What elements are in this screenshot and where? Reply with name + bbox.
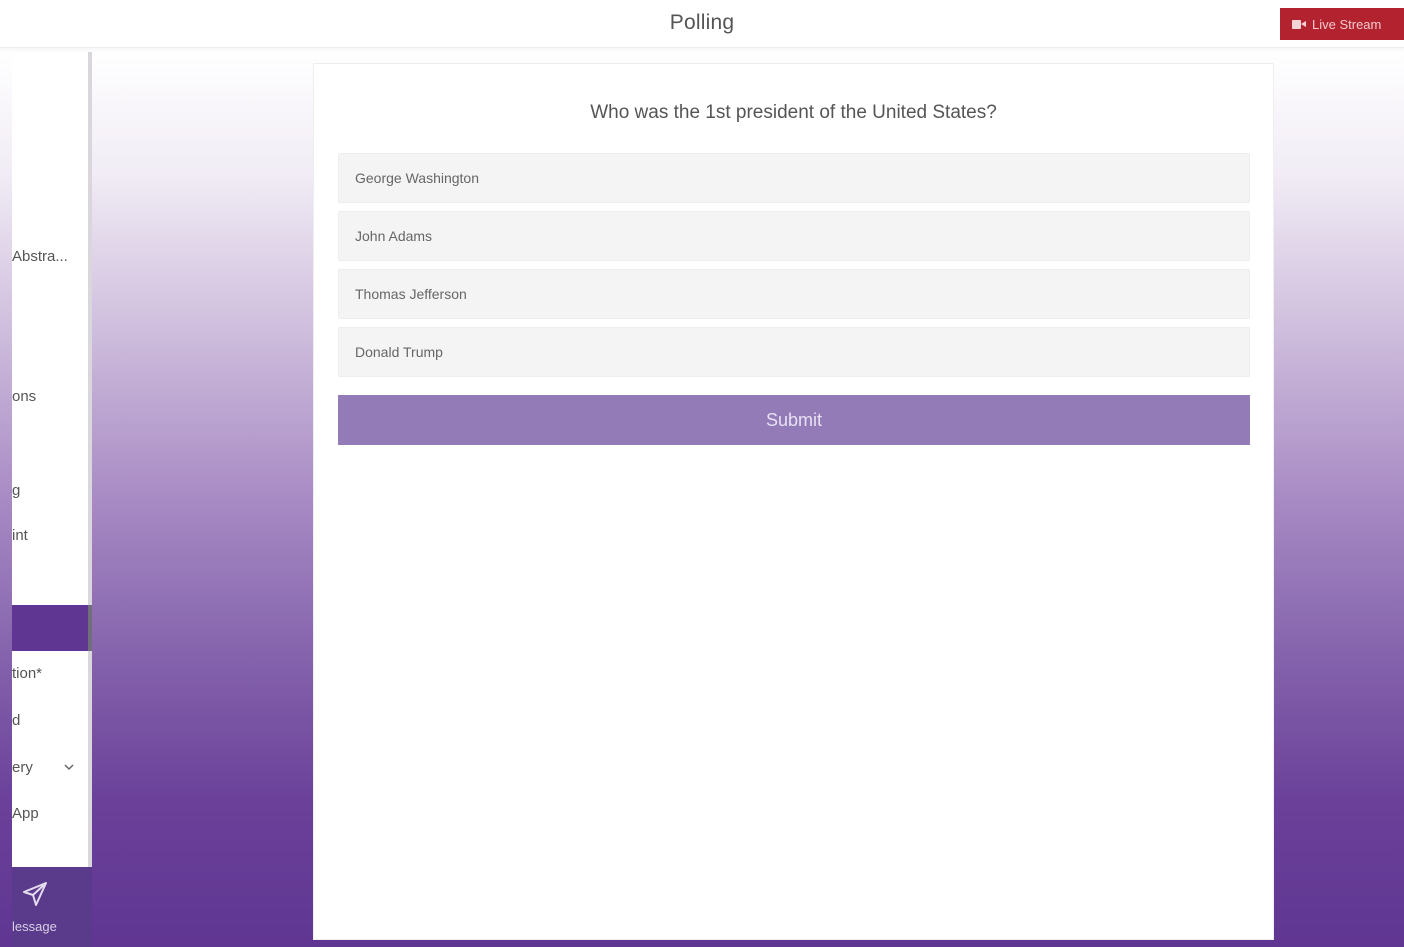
sidebar: Abstra... ons g int tion* d ery App less… bbox=[12, 52, 92, 947]
message-button[interactable]: lessage bbox=[12, 867, 92, 947]
poll-card: Who was the 1st president of the United … bbox=[313, 63, 1274, 940]
poll-option[interactable]: Donald Trump bbox=[338, 327, 1250, 377]
sidebar-item-6[interactable]: d bbox=[12, 712, 20, 729]
sidebar-item-1[interactable]: Abstra... bbox=[12, 248, 68, 265]
live-stream-label: Live Stream bbox=[1312, 16, 1382, 32]
sidebar-item-5[interactable]: tion* bbox=[12, 665, 42, 682]
poll-option[interactable]: George Washington bbox=[338, 153, 1250, 203]
sidebar-scrollbar[interactable] bbox=[88, 605, 92, 651]
sidebar-item-2[interactable]: ons bbox=[12, 388, 36, 405]
page-title: Polling bbox=[669, 11, 735, 34]
message-label: lessage bbox=[12, 919, 57, 934]
sidebar-item-active[interactable] bbox=[12, 605, 88, 651]
poll-option[interactable]: John Adams bbox=[338, 211, 1250, 261]
sidebar-item-3[interactable]: g bbox=[12, 482, 20, 499]
live-stream-button[interactable]: Live Stream bbox=[1280, 8, 1404, 40]
submit-button[interactable]: Submit bbox=[338, 395, 1250, 445]
sidebar-item-4[interactable]: int bbox=[12, 527, 28, 544]
sidebar-item-7[interactable]: ery bbox=[12, 759, 33, 776]
top-bar: Polling Live Stream bbox=[0, 0, 1404, 48]
poll-option[interactable]: Thomas Jefferson bbox=[338, 269, 1250, 319]
paper-plane-icon bbox=[22, 881, 48, 912]
sidebar-item-8[interactable]: App bbox=[12, 805, 39, 822]
poll-question: Who was the 1st president of the United … bbox=[590, 102, 997, 123]
camera-icon bbox=[1292, 19, 1306, 29]
chevron-down-icon[interactable] bbox=[64, 760, 74, 774]
